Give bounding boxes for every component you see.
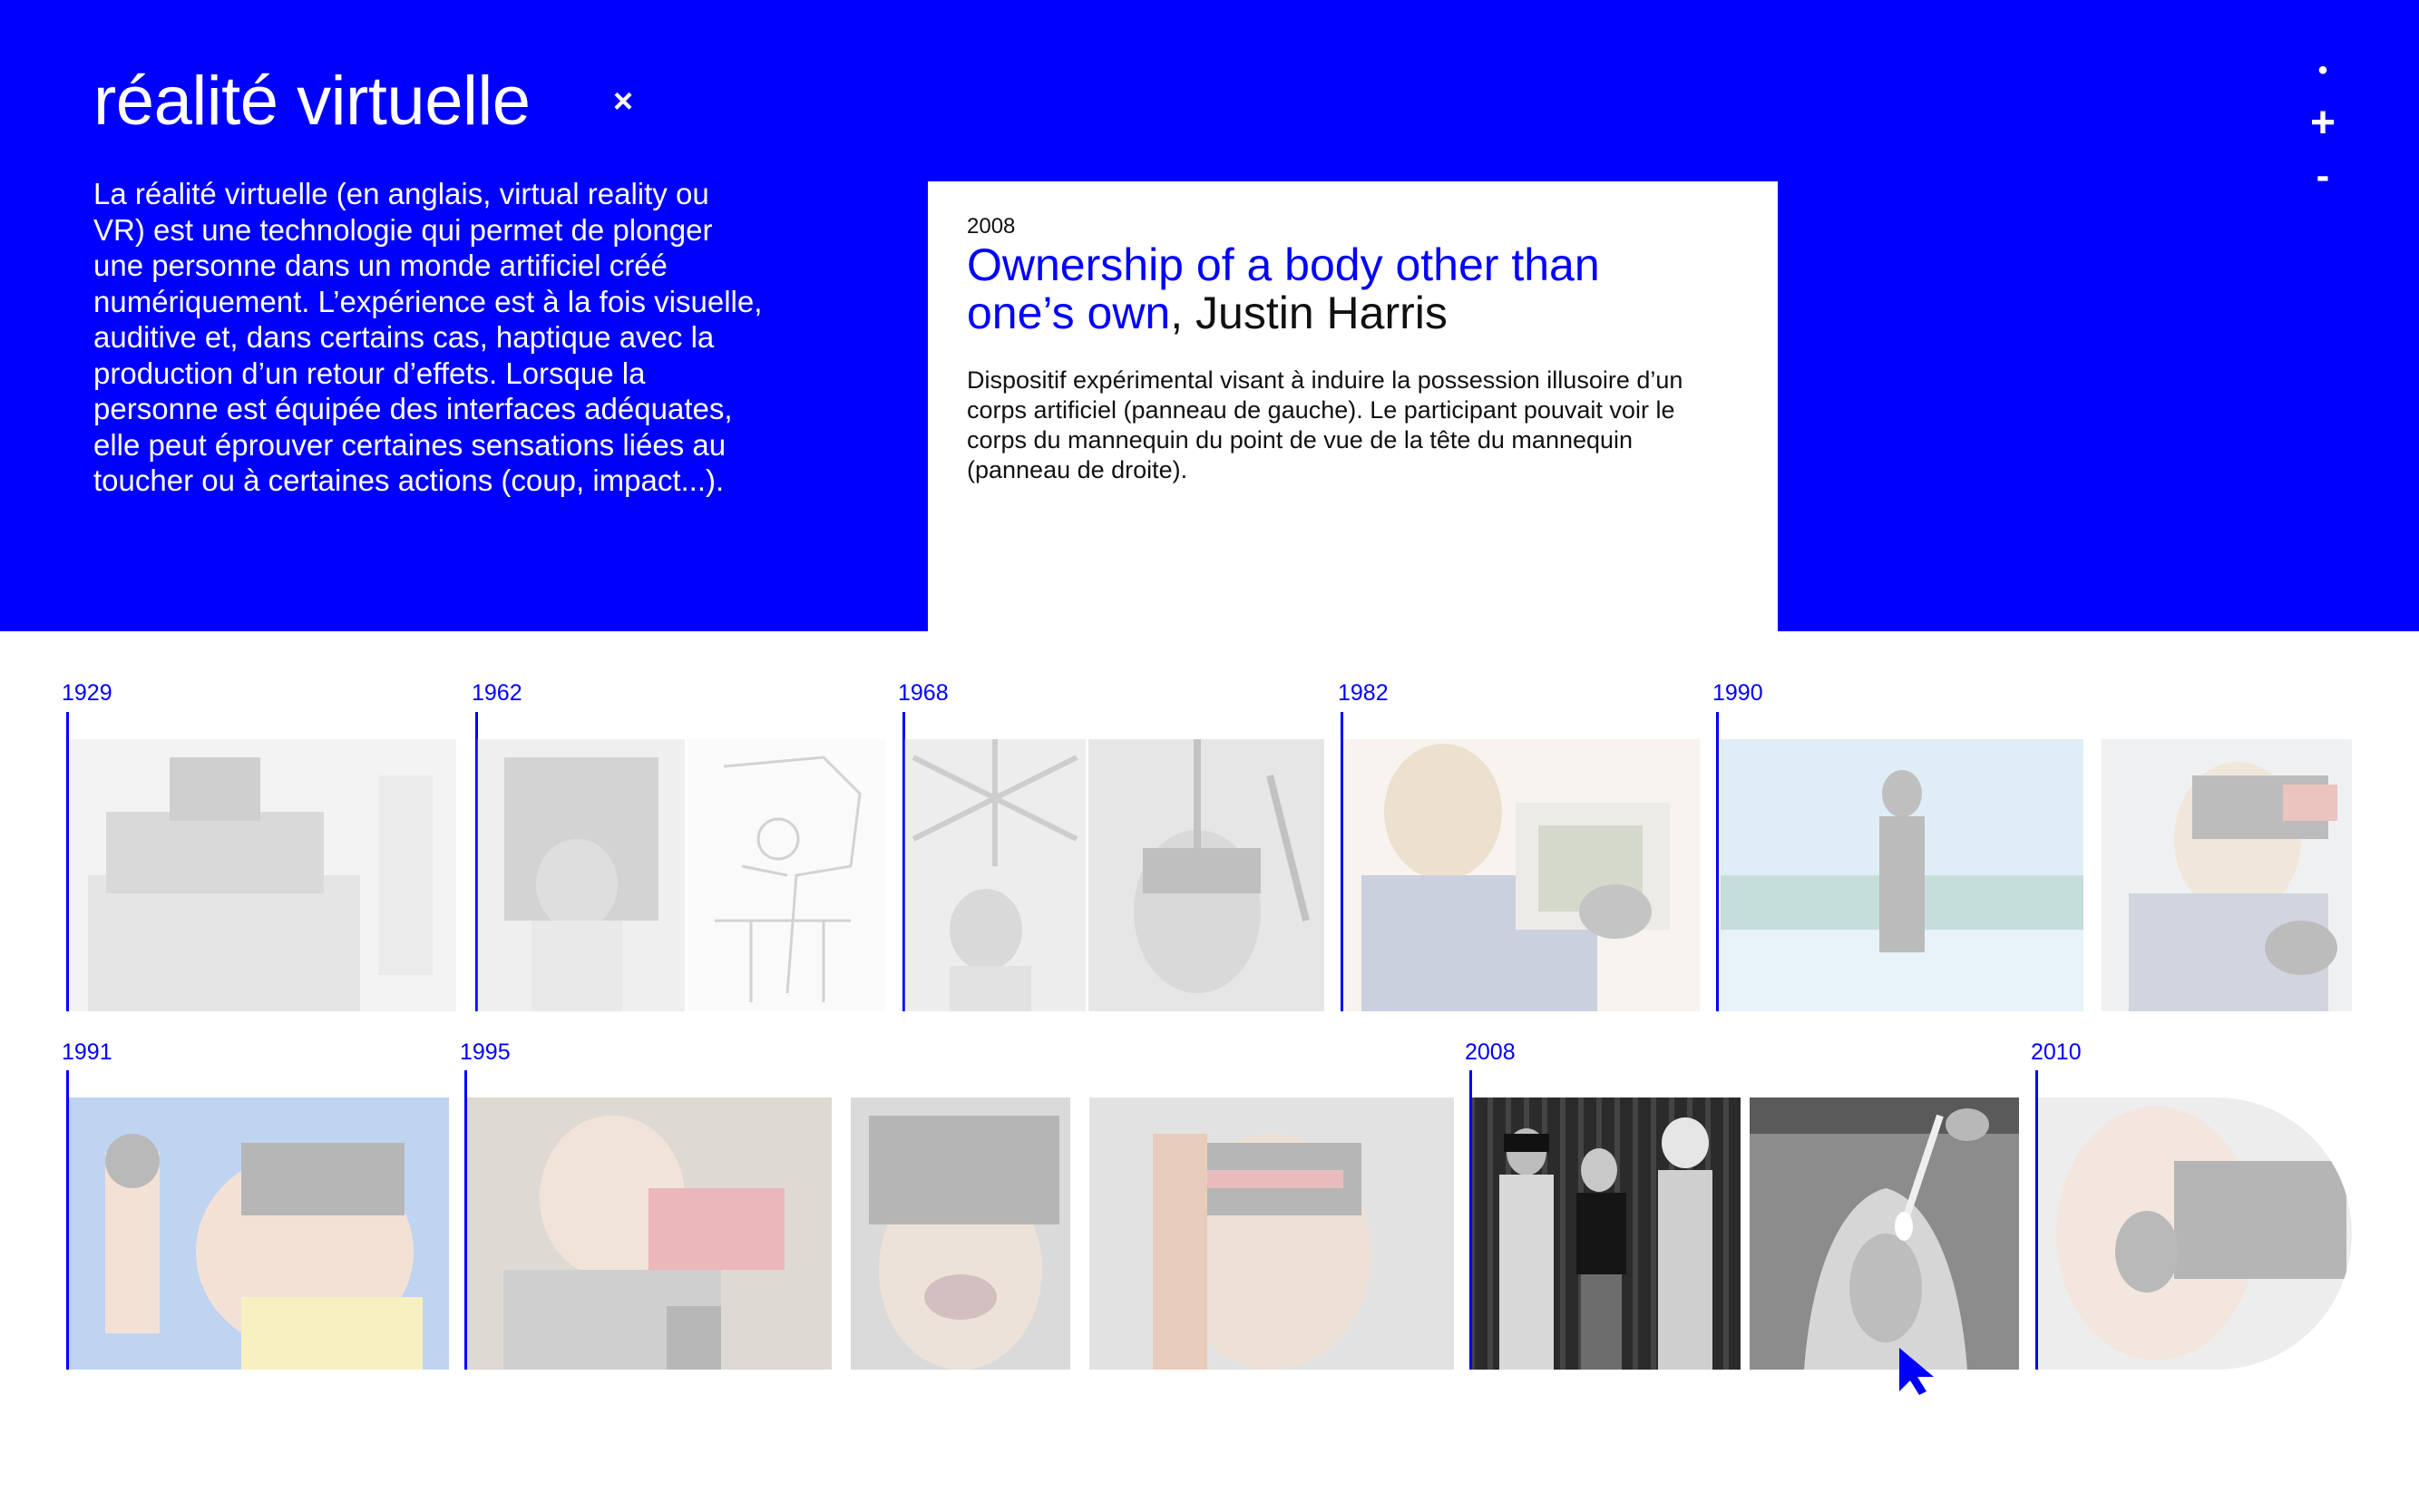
- card-separator: ,: [1170, 288, 1196, 338]
- thumb-1990-headset-person[interactable]: [2102, 739, 2352, 1011]
- zoom-out-button[interactable]: -: [2307, 156, 2339, 196]
- thumb-1968-headset[interactable]: [1088, 739, 1324, 1011]
- thumb-1995-virtual-io[interactable]: [1089, 1097, 1454, 1370]
- intro-text: La réalité virtuelle (en anglais, virtua…: [93, 177, 763, 497]
- header-panel: réalité virtuelle × La réalité virtuelle…: [0, 0, 2419, 631]
- year-label[interactable]: 1982: [1338, 679, 1389, 707]
- thumb-1995-virtual-boy[interactable]: [467, 1097, 832, 1370]
- year-label-selected[interactable]: 2008: [1465, 1039, 1516, 1066]
- year-label[interactable]: 1995: [460, 1039, 511, 1066]
- thumb-1982-dataglove[interactable]: [1343, 739, 1700, 1011]
- page-title: réalité virtuelle: [93, 63, 531, 140]
- thumb-2010-oculus[interactable]: [2038, 1097, 2352, 1370]
- thumb-1995-headset-face[interactable]: [851, 1097, 1070, 1370]
- thumb-1929-simulator[interactable]: [70, 739, 456, 1011]
- close-icon[interactable]: ×: [609, 84, 638, 119]
- year-label[interactable]: 1991: [62, 1039, 112, 1066]
- card-title: Ownership of a body other than one’s own…: [967, 241, 1711, 337]
- thumb-2008-body-swap-setup[interactable]: [1472, 1097, 1741, 1370]
- timeline-marker: [1716, 712, 1719, 1011]
- thumb-1962-sensorama[interactable]: [477, 739, 685, 1011]
- pointer-cursor-icon: [1899, 1348, 1934, 1395]
- thumb-1962-sensorama-drawing[interactable]: [688, 739, 885, 1011]
- zoom-in-button[interactable]: +: [2307, 102, 2339, 145]
- year-label[interactable]: 1990: [1712, 679, 1763, 707]
- zoom-dot-icon: •: [2317, 55, 2328, 85]
- thumb-1968-sword-of-damocles[interactable]: [904, 739, 1086, 1011]
- year-label[interactable]: 2010: [2031, 1039, 2082, 1066]
- card-year: 2008: [967, 214, 1016, 239]
- year-label[interactable]: 1968: [898, 679, 949, 707]
- thumb-1990-cave[interactable]: [1721, 739, 2083, 1011]
- detail-card: 2008 Ownership of a body other than one’…: [928, 181, 1778, 631]
- year-label[interactable]: 1929: [62, 679, 112, 707]
- thumb-1991-virtuality[interactable]: [69, 1097, 449, 1370]
- card-description: Dispositif expérimental visant à induire…: [967, 366, 1683, 483]
- card-author: Justin Harris: [1195, 288, 1448, 338]
- year-label[interactable]: 1962: [472, 679, 522, 707]
- thumb-2008-mannequin-view[interactable]: [1750, 1097, 2019, 1370]
- timeline-marker: [66, 712, 69, 1011]
